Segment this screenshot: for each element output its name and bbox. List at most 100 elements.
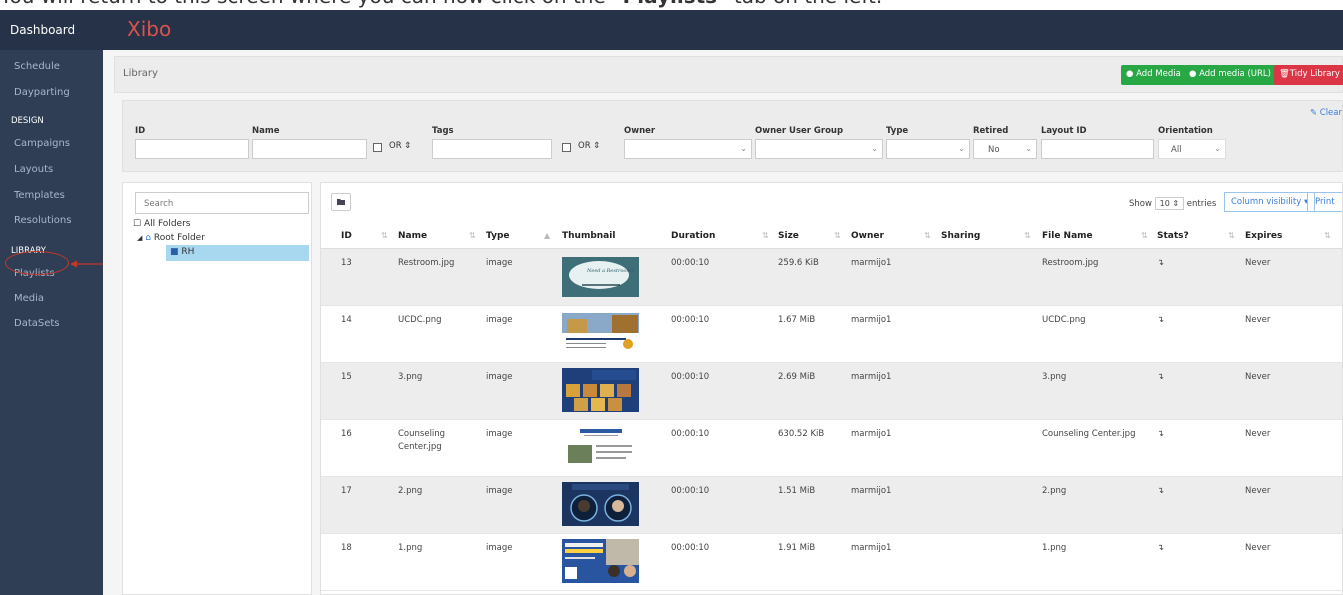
thumbnail-image[interactable] [562,311,639,357]
stats-icon[interactable]: ↴ [1157,372,1164,382]
cell-expires: Never [1245,372,1271,382]
cell-expires: Never [1245,543,1271,553]
cell-expires: Never [1245,486,1271,496]
tags-logic-select[interactable]: OR ⇕ [578,141,600,151]
name-regex-checkbox[interactable] [373,143,382,152]
tags-filter-input[interactable] [432,139,552,159]
table-row[interactable]: 17 2.png image 00:00:10 1.51 MiB marmijo… [321,477,1342,534]
sidebar-item-layouts[interactable]: Layouts [14,164,53,175]
table-row[interactable]: 14 UCDC.png image 00:00:10 1.67 MiB marm… [321,306,1342,363]
sidebar-item-campaigns[interactable]: Campaigns [14,138,70,149]
xibo-logo[interactable]: Xibo [127,17,171,41]
cell-id: 15 [341,372,352,382]
library-header: Library ● Add Media ● Add media (URL) 🗑T… [114,56,1343,93]
thumbnail-image[interactable] [562,368,639,414]
cell-size: 259.6 KiB [778,258,819,268]
th-id[interactable]: ID [341,231,352,241]
retired-select[interactable]: No ⌄ [973,139,1037,159]
stats-icon[interactable]: ↴ [1157,429,1164,439]
table-row[interactable]: 15 3.png image 00:00:10 2.69 MiB marmijo… [321,363,1342,420]
caption-text: You will return to this screen where you… [0,0,612,8]
name-logic-select[interactable]: OR ⇕ [389,141,411,151]
th-name[interactable]: Name [398,231,427,241]
cell-size: 630.52 KiB [778,429,825,439]
stats-icon[interactable]: ↴ [1157,258,1164,268]
table-row[interactable]: 16 Counseling Center.jpg image 00:00:10 … [321,420,1342,477]
page-title: Library [123,68,158,79]
clear-filters-link[interactable]: ✎ Clear [1310,108,1342,118]
name-filter-input[interactable] [252,139,367,159]
cell-name: Counseling [398,429,446,439]
sidebar-item-datasets[interactable]: DataSets [14,318,60,329]
th-file-name[interactable]: File Name [1042,231,1093,241]
type-select[interactable]: ⌄ [886,139,970,159]
stats-icon[interactable]: ↴ [1157,486,1164,496]
print-button[interactable]: Print [1307,192,1342,212]
sidebar-item-schedule[interactable]: Schedule [14,61,60,72]
add-media-url-button[interactable]: ● Add media (URL) [1184,65,1276,85]
all-folders-checkbox[interactable]: ☐ All Folders [133,219,190,229]
table-row[interactable]: 13 Restroom.jpg image Need a Restroom? 0… [321,249,1342,306]
folder-search-input[interactable]: Search [135,192,309,214]
folder-toggle-button[interactable] [331,193,351,211]
column-visibility-label: Column visibility [1231,197,1302,207]
folder-icon: ■ [170,247,179,257]
th-size[interactable]: Size [778,231,799,241]
th-duration[interactable]: Duration [671,231,715,241]
dashboard-link[interactable]: Dashboard [0,10,103,50]
cell-expires: Never [1245,429,1271,439]
th-owner[interactable]: Owner [851,231,884,241]
or-label: OR [578,141,591,151]
cell-owner: marmijo1 [851,543,892,553]
thumbnail-image[interactable]: Need a Restroom? [562,257,639,303]
cell-size: 1.91 MiB [778,543,816,553]
orientation-select[interactable]: All ⌄ [1158,139,1226,159]
cell-file-name: 1.png [1042,543,1067,553]
layout-id-filter-input[interactable] [1041,139,1154,159]
cell-expires: Never [1245,315,1271,325]
thumbnail-image[interactable] [562,482,639,528]
th-expires[interactable]: Expires [1245,231,1282,241]
cell-id: 13 [341,258,352,268]
entries-select[interactable]: 10 ⇕ [1154,197,1185,210]
stats-icon[interactable]: ↴ [1157,315,1164,325]
instruction-caption: You will return to this screen where you… [0,0,882,10]
root-folder-node[interactable]: ◢ ⌂ Root Folder [137,233,205,243]
id-filter-input[interactable] [135,139,249,159]
add-media-url-label: Add media (URL) [1199,69,1271,79]
th-thumbnail[interactable]: Thumbnail [562,231,615,241]
owner-group-select[interactable]: ⌄ [755,139,883,159]
sidebar-item-resolutions[interactable]: Resolutions [14,215,71,226]
sidebar-item-dayparting[interactable]: Dayparting [14,87,70,98]
sidebar-item-media[interactable]: Media [14,293,44,304]
retired-value: No [988,145,1000,155]
cell-type: image [486,258,513,268]
th-type[interactable]: Type [486,231,509,241]
cell-size: 1.51 MiB [778,486,816,496]
cell-id: 17 [341,486,352,496]
th-sharing[interactable]: Sharing [941,231,980,241]
cell-duration: 00:00:10 [671,258,710,268]
add-media-button[interactable]: ● Add Media [1121,65,1186,85]
cell-type: image [486,372,513,382]
sidebar: Dashboard Schedule Dayparting DESIGN Cam… [0,10,103,595]
filter-label-type: Type [886,126,909,136]
cell-type: image [486,486,513,496]
stats-icon[interactable]: ↴ [1157,543,1164,553]
owner-select[interactable]: ⌄ [624,139,752,159]
caret-down-icon[interactable]: ◢ [137,234,142,242]
thumbnail-image[interactable] [562,539,639,585]
column-visibility-button[interactable]: Column visibility ▾ [1224,192,1316,212]
cell-owner: marmijo1 [851,258,892,268]
cell-file-name: 3.png [1042,372,1067,382]
sort-icon: ⇅ [1024,231,1031,240]
thumbnail-image[interactable] [562,425,639,471]
table-row[interactable]: 18 1.png image 00:00:10 1.91 MiB marmijo… [321,534,1342,591]
tidy-library-button[interactable]: 🗑Tidy Library [1274,65,1343,85]
folder-rh[interactable]: ■ RH [166,245,309,261]
tags-exact-checkbox[interactable] [562,143,571,152]
th-stats[interactable]: Stats? [1157,231,1189,241]
filter-panel: ✎ Clear ID Name Tags Owner Owner User Gr… [122,100,1343,172]
sidebar-item-templates[interactable]: Templates [14,190,65,201]
cell-file-name: 2.png [1042,486,1067,496]
